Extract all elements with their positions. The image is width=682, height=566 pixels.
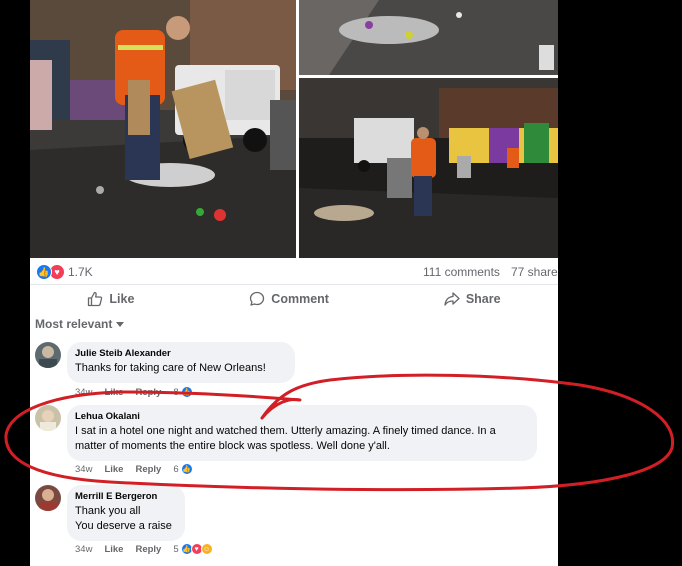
thumbs-up-icon	[88, 291, 103, 306]
comments-count[interactable]: 111 comments	[423, 265, 500, 279]
comment-text: Thanks for taking care of New Orleans!	[75, 362, 266, 374]
comment-icon	[250, 291, 265, 306]
comment-bubble: Merrill E Bergeron Thank you all You des…	[67, 485, 185, 541]
avatar[interactable]	[35, 485, 61, 511]
chevron-down-icon	[116, 322, 125, 328]
post-action-bar: Like Comment Share	[30, 284, 558, 312]
comment-reaction-count: 8	[173, 386, 179, 398]
comment-like-link[interactable]: Like	[104, 544, 123, 555]
comment-meta: 34w Like Reply 6 👍	[75, 463, 193, 475]
comment-item: Julie Steib Alexander Thanks for taking …	[35, 342, 555, 398]
comment-meta: 34w Like Reply 5 👍 ♥ ☺	[75, 543, 213, 555]
comment-like-link[interactable]: Like	[104, 464, 123, 475]
comment-author[interactable]: Julie Steib Alexander	[75, 348, 285, 359]
comment-button-label: Comment	[271, 291, 329, 306]
avatar[interactable]	[35, 342, 61, 368]
comment-item: Lehua Okalani I sat in a hotel one night…	[35, 405, 555, 475]
share-button[interactable]: Share	[444, 291, 501, 307]
reactions-count[interactable]: 1.7K	[68, 265, 93, 279]
comment-time[interactable]: 34w	[75, 464, 92, 475]
reaction-icons[interactable]: 👍 ♥	[36, 264, 65, 280]
comment-time[interactable]: 34w	[75, 387, 92, 398]
share-icon	[444, 291, 460, 306]
comment-sort-dropdown[interactable]: Most relevant	[35, 317, 125, 331]
like-button[interactable]: Like	[87, 291, 134, 307]
comment-bubble: Julie Steib Alexander Thanks for taking …	[67, 342, 295, 383]
comment-reactions[interactable]: 6 👍	[173, 463, 193, 475]
like-reaction-icon: 👍	[180, 386, 193, 398]
comment-reactions[interactable]: 8 👍	[173, 386, 193, 398]
like-reaction-icon: 👍	[36, 264, 52, 280]
comment-reply-link[interactable]: Reply	[135, 387, 161, 398]
comment-reactions[interactable]: 5 👍 ♥ ☺	[173, 543, 213, 555]
comment-meta: 34w Like Reply 8 👍	[75, 386, 193, 398]
comment-text: I sat in a hotel one night and watched t…	[75, 425, 496, 452]
share-button-label: Share	[465, 291, 501, 306]
comment-text-line: You deserve a raise	[75, 520, 172, 532]
comment-author[interactable]: Lehua Okalani	[75, 411, 527, 422]
comment-reaction-count: 5	[173, 543, 179, 555]
comment-reply-link[interactable]: Reply	[135, 544, 161, 555]
post-photo-bottom-right[interactable]	[299, 78, 558, 258]
comment-text-line: Thank you all	[75, 505, 141, 517]
comment-time[interactable]: 34w	[75, 544, 92, 555]
facebook-post: 👍 ♥ 1.7K 111 comments 77 shares Like Com…	[30, 0, 558, 566]
care-reaction-icon: ☺	[200, 543, 213, 555]
avatar[interactable]	[35, 405, 61, 431]
post-stats: 👍 ♥ 1.7K 111 comments 77 shares	[30, 258, 558, 284]
comment-reply-link[interactable]: Reply	[135, 464, 161, 475]
comment-item: Merrill E Bergeron Thank you all You des…	[35, 485, 555, 557]
shares-count[interactable]: 77 shares	[511, 265, 558, 279]
comment-like-link[interactable]: Like	[104, 387, 123, 398]
like-reaction-icon: 👍	[180, 463, 193, 475]
comment-button[interactable]: Comment	[249, 291, 329, 307]
post-photo-main[interactable]	[30, 0, 296, 258]
like-button-label: Like	[109, 291, 135, 306]
post-photo-top-right[interactable]	[299, 0, 558, 75]
comment-sort-label: Most relevant	[35, 317, 113, 331]
comment-author[interactable]: Merrill E Bergeron	[75, 491, 175, 502]
comment-reaction-count: 6	[173, 463, 179, 475]
comment-bubble: Lehua Okalani I sat in a hotel one night…	[67, 405, 537, 461]
